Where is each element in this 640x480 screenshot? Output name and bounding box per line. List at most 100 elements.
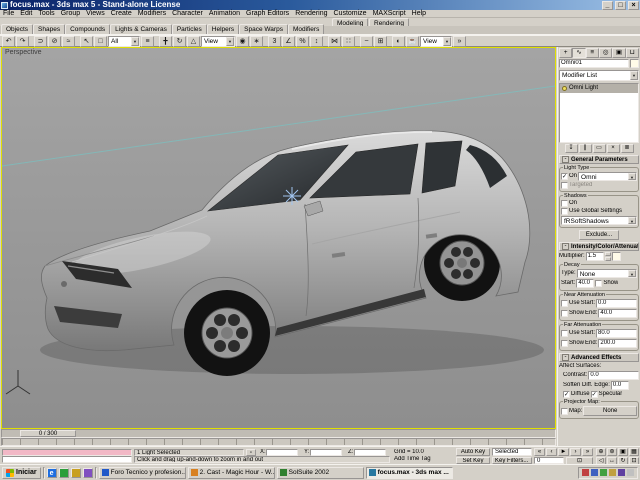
tray-icon-2[interactable]: [591, 469, 598, 476]
snap-toggle-icon[interactable]: 3: [268, 35, 281, 47]
near-start-field[interactable]: 0.0: [596, 299, 637, 308]
zoom-all-icon[interactable]: ⊛: [607, 448, 617, 456]
quick-launch-mail-icon[interactable]: [70, 467, 81, 478]
menu-graph-editors[interactable]: Graph Editors: [243, 10, 292, 18]
select-and-link-icon[interactable]: ⊃: [34, 35, 47, 47]
maximize-button[interactable]: □: [615, 0, 626, 10]
maxscript-mini-listener-white[interactable]: [2, 456, 132, 463]
select-and-manipulate-icon[interactable]: ∗: [250, 35, 263, 47]
key-filters-button[interactable]: Key Filters...: [492, 457, 532, 464]
reference-coordinate-dropdown[interactable]: View ▼: [201, 35, 235, 47]
zoom-icon[interactable]: ⊕: [596, 448, 606, 456]
select-by-name-icon[interactable]: ≡: [141, 35, 154, 47]
remove-modifier-icon[interactable]: ×: [606, 144, 620, 153]
previous-frame-icon[interactable]: ‹: [546, 448, 557, 456]
menu-edit[interactable]: Edit: [17, 10, 35, 18]
menu-maxscript[interactable]: MAXScript: [370, 10, 409, 18]
mirror-icon[interactable]: ⋈: [328, 35, 341, 47]
redo-icon[interactable]: ↷: [16, 35, 29, 47]
quick-launch-media-icon[interactable]: [82, 467, 93, 478]
maxscript-mini-listener-pink[interactable]: [2, 449, 132, 456]
near-use-checkbox[interactable]: [561, 300, 568, 307]
render-type-dropdown[interactable]: View ▼: [420, 35, 452, 47]
rollout-intensity-color-attenuation[interactable]: - Intensity/Color/Attenuation: [559, 242, 639, 251]
percent-snap-icon[interactable]: %: [296, 35, 309, 47]
menu-character[interactable]: Character: [169, 10, 206, 18]
tab-space-warps[interactable]: Space Warps: [239, 24, 288, 34]
far-end-field[interactable]: 200.0: [598, 339, 637, 348]
quick-launch-desktop-icon[interactable]: [58, 467, 69, 478]
task-button-browser[interactable]: Foro Tecnico y profesion...: [98, 466, 186, 479]
decay-start-field[interactable]: 40.0: [576, 279, 595, 288]
tab-lights-cameras[interactable]: Lights & Cameras: [110, 24, 172, 34]
menu-tools[interactable]: Tools: [35, 10, 57, 18]
next-frame-icon[interactable]: ›: [570, 448, 581, 456]
unlink-icon[interactable]: ⊘: [48, 35, 61, 47]
hierarchy-tab-icon[interactable]: ≡: [585, 48, 599, 58]
tray-icon-6[interactable]: [627, 469, 634, 476]
zoom-extents-icon[interactable]: ▣: [618, 448, 628, 456]
task-button-solsuite[interactable]: SolSuite 2002: [276, 466, 364, 479]
track-bar[interactable]: [1, 438, 556, 446]
rollout-general-parameters[interactable]: - General Parameters: [559, 155, 639, 164]
region-select-icon[interactable]: □: [94, 35, 107, 47]
tab-particles[interactable]: Particles: [171, 24, 207, 34]
specular-checkbox[interactable]: ✓: [590, 391, 598, 398]
near-show-checkbox[interactable]: [561, 310, 568, 317]
menu-create[interactable]: Create: [108, 10, 135, 18]
projector-map-checkbox[interactable]: [561, 407, 568, 415]
align-icon[interactable]: ∷: [342, 35, 355, 47]
select-and-scale-icon[interactable]: △: [187, 35, 200, 47]
tray-icon-1[interactable]: [582, 469, 589, 476]
far-start-field[interactable]: 80.0: [596, 329, 637, 338]
quick-launch-browser-icon[interactable]: e: [46, 467, 57, 478]
modify-tab-icon[interactable]: ∿: [572, 48, 586, 58]
use-global-settings-checkbox[interactable]: [561, 208, 568, 215]
configure-modifier-sets-icon[interactable]: ≣: [620, 144, 634, 153]
menu-help[interactable]: Help: [409, 10, 429, 18]
selection-lock-icon[interactable]: ▫: [246, 449, 256, 456]
tray-icon-4[interactable]: [609, 469, 616, 476]
tray-icon-3[interactable]: [600, 469, 607, 476]
start-button[interactable]: Iniciar: [2, 466, 41, 479]
far-use-checkbox[interactable]: [561, 330, 568, 337]
object-color-swatch[interactable]: [630, 59, 639, 68]
shadow-type-dropdown[interactable]: fRSoftShadows ▼: [561, 216, 637, 225]
projector-map-button[interactable]: None: [583, 406, 637, 416]
menu-group[interactable]: Group: [58, 10, 83, 18]
spinner-snap-icon[interactable]: ↕: [310, 35, 323, 47]
tab-compounds[interactable]: Compounds: [65, 24, 111, 34]
material-editor-icon[interactable]: ◐: [392, 35, 405, 47]
zoom-extents-all-icon[interactable]: ▦: [629, 448, 639, 456]
time-slider[interactable]: 0 / 300: [20, 430, 76, 437]
angle-snap-icon[interactable]: ∠: [282, 35, 295, 47]
multiplier-spinner[interactable]: [604, 252, 611, 261]
viewport-canvas[interactable]: [2, 48, 555, 428]
tab-objects[interactable]: Objects: [1, 24, 34, 34]
tray-icon-5[interactable]: [618, 469, 625, 476]
display-tab-icon[interactable]: ▣: [612, 48, 626, 58]
decay-type-dropdown[interactable]: None ▼: [576, 269, 637, 278]
go-to-start-icon[interactable]: «: [534, 448, 545, 456]
show-end-result-icon[interactable]: ∥: [578, 144, 592, 153]
render-scene-icon[interactable]: ☕: [406, 35, 419, 47]
menu-customize[interactable]: Customize: [331, 10, 370, 18]
schematic-view-icon[interactable]: ⊞: [374, 35, 387, 47]
light-color-swatch[interactable]: [611, 252, 621, 261]
modifier-stack[interactable]: Omni Light: [559, 83, 639, 143]
task-button-media[interactable]: 2. Cast - Magic Hour - W...: [187, 466, 275, 479]
task-button-3dsmax[interactable]: focus.max - 3ds max ...: [365, 466, 453, 479]
menu-modifiers[interactable]: Modifiers: [135, 10, 169, 18]
menu-file[interactable]: File: [0, 10, 17, 18]
auto-key-button[interactable]: Auto Key: [456, 448, 490, 456]
tab-modifiers[interactable]: Modifiers: [287, 24, 325, 34]
select-and-rotate-icon[interactable]: ↻: [173, 35, 186, 47]
stack-item-omni-light[interactable]: Omni Light: [560, 84, 638, 93]
quick-render-icon[interactable]: »: [453, 35, 466, 47]
soften-diff-edge-field[interactable]: 0.0: [610, 381, 629, 390]
create-tab-icon[interactable]: +: [559, 48, 573, 58]
x-coord-field[interactable]: [266, 449, 298, 456]
menu-animation[interactable]: Animation: [206, 10, 243, 18]
diffuse-checkbox[interactable]: ✓: [563, 391, 570, 398]
selection-filter-dropdown[interactable]: All ▼: [108, 35, 140, 47]
